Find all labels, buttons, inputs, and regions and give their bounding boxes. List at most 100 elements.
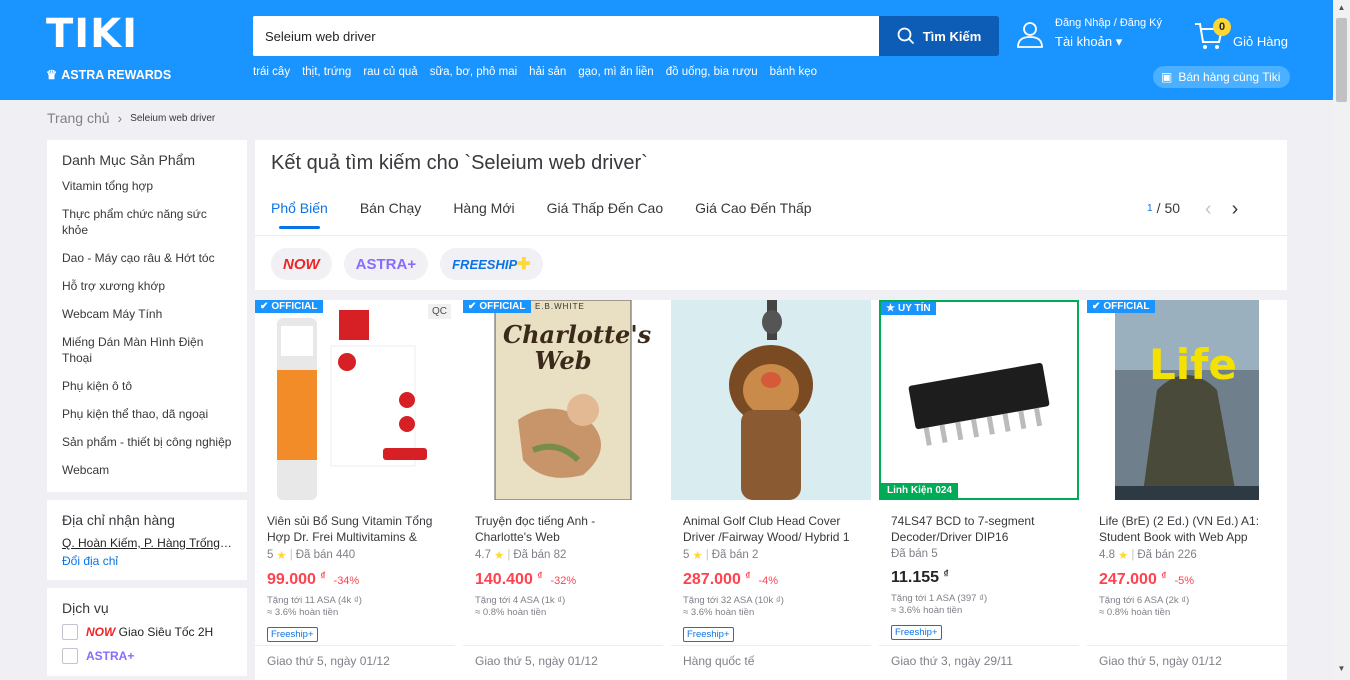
- change-address-link[interactable]: Đổi địa chỉ: [62, 554, 232, 568]
- filter-now-chip[interactable]: NOW: [271, 248, 332, 280]
- product-price: 247.000 ₫: [1099, 571, 1167, 588]
- cashback: ≈ 3.6% hoàn tiền: [267, 607, 339, 618]
- category-item[interactable]: Miếng Dán Màn Hình Điện Thoại: [62, 334, 232, 366]
- product-price: 11.155 ₫: [891, 569, 949, 586]
- category-item[interactable]: Phụ kiện ô tô: [62, 378, 232, 394]
- category-title: Danh Mục Sản Phẩm: [62, 152, 196, 168]
- store-icon: ▣: [1161, 70, 1173, 84]
- tab-price-asc[interactable]: Giá Thấp Đến Cao: [547, 200, 663, 216]
- category-item[interactable]: Hỗ trợ xương khớp: [62, 278, 232, 294]
- prev-page-icon[interactable]: ‹: [1205, 198, 1212, 221]
- category-item[interactable]: Vitamin tổng hợp: [62, 178, 232, 194]
- ic-chip-illustration: [908, 363, 1050, 446]
- scrollbar-thumb[interactable]: [1336, 18, 1347, 102]
- product-card[interactable]: ✔ OFFICIAL Life Life (BrE) (2 Ed.) (VN Ed…: [1087, 300, 1287, 680]
- address-box: Địa chỉ nhận hàng Q. Hoàn Kiếm, P. Hàng …: [47, 500, 247, 580]
- scroll-down-arrow-icon[interactable]: ▼: [1336, 664, 1347, 676]
- scrollbar[interactable]: [1333, 0, 1350, 680]
- search-input[interactable]: [253, 16, 879, 56]
- product-image[interactable]: ✔ OFFICIAL Life: [1087, 300, 1287, 500]
- delivery-address[interactable]: Q. Hoàn Kiếm, P. Hàng Trống, Hà Nội: [62, 536, 232, 550]
- sold-count: Đã bán 226: [1137, 549, 1197, 561]
- breadcrumb-current: Seleium web driver: [130, 112, 216, 124]
- delivery-info: Giao thứ 3, ngày 29/11: [879, 645, 1079, 676]
- checkbox[interactable]: [62, 624, 78, 640]
- product-price: 140.400 ₫: [475, 571, 543, 588]
- asa-reward: Tặng tới 11 ASA (4k ₫): [267, 595, 362, 606]
- breadcrumb-home[interactable]: Trang chủ: [47, 110, 110, 126]
- product-card[interactable]: ✔ OFFICIAL E.B.WHITE Charlotte's Web Truy…: [463, 300, 663, 680]
- page-indicator: 1 / 50: [1147, 200, 1180, 216]
- category-item[interactable]: Dao - Máy cạo râu & Hớt tóc: [62, 250, 232, 266]
- sold-count: Đã bán 82: [513, 549, 567, 561]
- product-name[interactable]: Viên sủi Bổ Sung Vitamin Tổng Hợp Dr. Fr…: [267, 513, 443, 545]
- category-item[interactable]: Webcam Máy Tính: [62, 306, 232, 322]
- now-chip-label: NOW: [283, 255, 320, 273]
- star-icon: ★: [494, 550, 505, 562]
- product-name[interactable]: Life (BrE) (2 Ed.) (VN Ed.) A1: Student …: [1099, 513, 1275, 545]
- keyword-link[interactable]: thịt, trứng: [302, 66, 351, 78]
- product-card[interactable]: ★ UY TÍN Linh Kiện 024 74LS47 BCD to 7-se…: [879, 300, 1079, 680]
- tab-newest[interactable]: Hàng Mới: [453, 200, 514, 216]
- product-image[interactable]: ✔ OFFICIAL E.B.WHITE Charlotte's Web: [463, 300, 663, 500]
- search-bar: Tìm Kiếm: [253, 16, 999, 56]
- services-box: Dịch vụ NOW Giao Siêu Tốc 2H ASTRA+: [47, 588, 247, 676]
- tiki-logo[interactable]: TIKI: [46, 14, 138, 54]
- page-current: 1: [1147, 202, 1153, 214]
- keyword-link[interactable]: gạo, mì ăn liền: [578, 66, 653, 78]
- official-badge: ✔ OFFICIAL: [255, 300, 323, 313]
- product-image[interactable]: ★ UY TÍN Linh Kiện 024: [879, 300, 1079, 500]
- category-item[interactable]: Sản phẩm - thiết bị công nghiệp: [62, 434, 232, 450]
- filter-freeship-chip[interactable]: FREESHIP ✚: [440, 248, 543, 280]
- login-register-link[interactable]: Đăng Nhập / Đăng Ký: [1055, 17, 1162, 29]
- category-box: Danh Mục Sản Phẩm Vitamin tổng hợp Thực …: [47, 140, 247, 492]
- keyword-suggestions: trái cây thịt, trứng rau củ quả sữa, bơ,…: [253, 66, 817, 78]
- search-results: Kết quả tìm kiếm cho `Seleium web driver…: [255, 140, 1287, 680]
- product-card[interactable]: Animal Golf Club Head Cover Driver /Fair…: [671, 300, 871, 680]
- astra-rewards-link[interactable]: ♛ ASTRA REWARDS: [46, 67, 172, 83]
- search-button[interactable]: Tìm Kiếm: [879, 16, 999, 56]
- sell-with-tiki-button[interactable]: ▣ Bán hàng cùng Tiki: [1153, 66, 1291, 88]
- filter-chips: NOW ASTRA+ FREESHIP ✚: [271, 248, 543, 280]
- category-item[interactable]: Webcam: [62, 462, 232, 478]
- keyword-link[interactable]: bánh kẹo: [770, 66, 817, 78]
- product-name[interactable]: Animal Golf Club Head Cover Driver /Fair…: [683, 513, 859, 545]
- vitamin-tube-illustration: [277, 310, 427, 500]
- keyword-link[interactable]: sữa, bơ, phô mai: [430, 66, 517, 78]
- product-card[interactable]: ✔ OFFICIAL QC Viên sủi Bổ Sung Vitamin Tổ…: [255, 300, 455, 680]
- category-item[interactable]: Phụ kiện thể thao, dã ngoại: [62, 406, 232, 422]
- keyword-link[interactable]: hải sản: [529, 66, 566, 78]
- scroll-up-arrow-icon[interactable]: ▲: [1336, 3, 1347, 15]
- next-page-icon[interactable]: ›: [1232, 198, 1239, 221]
- product-image[interactable]: [671, 300, 871, 500]
- cashback: ≈ 3.6% hoàn tiền: [683, 607, 755, 618]
- filter-astra-chip[interactable]: ASTRA+: [343, 248, 429, 280]
- keyword-link[interactable]: trái cây: [253, 66, 290, 78]
- tab-best-selling[interactable]: Bán Chạy: [360, 200, 421, 216]
- product-name[interactable]: Truyện đọc tiếng Anh - Charlotte's Web: [475, 513, 651, 545]
- cart-button[interactable]: 0 Giỏ Hàng: [1193, 18, 1288, 52]
- asa-reward: Tặng tới 32 ASA (10k ₫): [683, 595, 784, 606]
- now-logo: NOW: [86, 625, 116, 639]
- keyword-link[interactable]: rau củ quả: [363, 66, 417, 78]
- account-label: Tài khoản: [1055, 34, 1113, 49]
- service-now-option[interactable]: NOW Giao Siêu Tốc 2H: [62, 624, 232, 640]
- check-icon: ✔: [1092, 301, 1101, 312]
- sold-count: Đã bán 440: [295, 549, 356, 561]
- keyword-link[interactable]: đồ uống, bia rượu: [666, 66, 758, 78]
- product-name[interactable]: 74LS47 BCD to 7-segment Decoder/Driver D…: [891, 513, 1067, 545]
- service-astra-option[interactable]: ASTRA+: [62, 648, 232, 664]
- astra-label: ASTRA REWARDS: [61, 67, 172, 82]
- account-menu[interactable]: Đăng Nhập / Đăng Ký Tài khoản ▾: [1015, 17, 1162, 50]
- category-item[interactable]: Thực phẩm chức năng sức khỏe: [62, 206, 232, 238]
- ad-label: QC: [428, 304, 451, 319]
- tab-price-desc[interactable]: Giá Cao Đến Thấp: [695, 200, 811, 216]
- delivery-info: Hàng quốc tế: [671, 645, 871, 676]
- book-title: Charlotte's Web: [503, 320, 652, 375]
- plus-icon: ✚: [517, 256, 531, 273]
- official-badge: ✔ OFFICIAL: [463, 300, 531, 313]
- tab-popular[interactable]: Phổ Biến: [271, 200, 328, 229]
- product-image[interactable]: ✔ OFFICIAL QC: [255, 300, 455, 500]
- address-title: Địa chỉ nhận hàng: [62, 512, 175, 528]
- checkbox[interactable]: [62, 648, 78, 664]
